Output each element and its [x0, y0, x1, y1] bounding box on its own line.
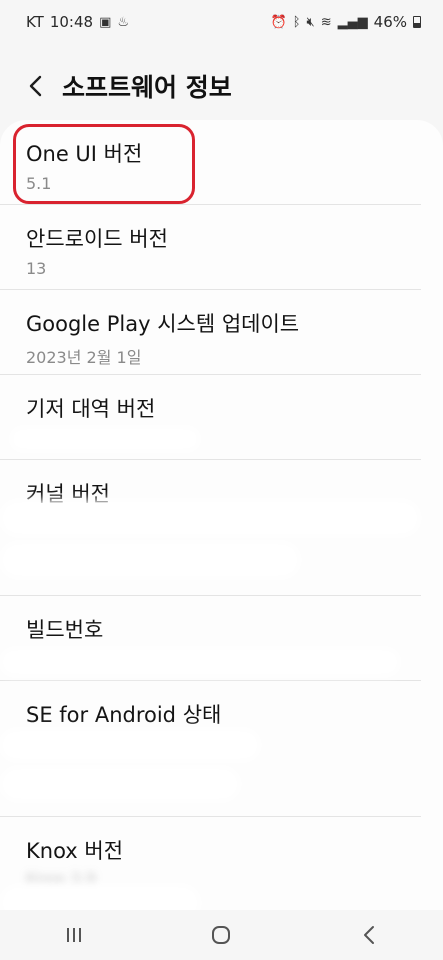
battery-percent: 46% — [373, 13, 407, 31]
home-icon — [212, 926, 231, 944]
item-title: One UI 버전 — [26, 142, 143, 166]
navigation-bar — [0, 910, 443, 960]
item-title: 기저 대역 버전 — [26, 397, 156, 421]
item-value: 5.1 — [26, 174, 52, 193]
list-item-google-play-update[interactable]: Google Play 시스템 업데이트 2023년 2월 1일 — [0, 290, 421, 375]
item-title: 빌드번호 — [26, 618, 104, 642]
redacted-value — [0, 729, 260, 761]
list-item-one-ui-version[interactable]: One UI 버전 5.1 — [0, 120, 421, 205]
nav-back-icon — [364, 926, 375, 944]
redacted-value — [0, 542, 300, 578]
back-button[interactable] — [14, 64, 58, 108]
gallery-notification-icon: ▣ — [99, 14, 112, 30]
settings-list: One UI 버전 5.1 안드로이드 버전 13 Google Play 시스… — [0, 120, 443, 910]
redacted-value — [0, 767, 240, 801]
redacted-value — [0, 500, 420, 536]
list-item-build-number[interactable]: 빌드번호 — [0, 596, 421, 681]
item-title: SE for Android 상태 — [26, 703, 222, 727]
item-value: 13 — [26, 259, 47, 278]
settings-card: One UI 버전 5.1 안드로이드 버전 13 Google Play 시스… — [0, 120, 443, 910]
page-title: 소프트웨어 정보 — [62, 73, 232, 102]
list-item-kernel-version[interactable]: 커널 버전 — [0, 460, 421, 596]
app-notification-icon: ♨ — [117, 14, 130, 30]
nav-back-button[interactable] — [339, 915, 399, 955]
carrier-label: KT — [26, 13, 44, 31]
alarm-icon: ⏰ — [270, 14, 287, 30]
item-title: 안드로이드 버전 — [26, 227, 168, 251]
redacted-value — [0, 648, 400, 676]
item-value: 2023년 2월 1일 — [26, 348, 142, 367]
list-item-baseband-version[interactable]: 기저 대역 버전 — [0, 375, 421, 460]
redacted-value — [0, 885, 200, 910]
signal-icon: ▂▄▆ — [337, 14, 368, 30]
item-title: Knox 버전 — [26, 839, 124, 863]
recent-apps-button[interactable] — [44, 915, 104, 955]
list-item-android-version[interactable]: 안드로이드 버전 13 — [0, 205, 421, 290]
clock: 10:48 — [49, 13, 94, 31]
status-bar: KT 10:48 ▣ ♨ ⏰ ᛒ 🔇︎ ≋ ▂▄▆ 46% — [0, 0, 443, 44]
list-item-knox-version[interactable]: Knox 버전 Knox 3.9 — [0, 817, 421, 910]
mute-icon: 🔇︎ — [306, 14, 315, 30]
item-title: Google Play 시스템 업데이트 — [26, 312, 300, 336]
wifi-icon: ≋ — [320, 14, 332, 30]
recent-apps-icon — [66, 928, 81, 942]
app-header: 소프트웨어 정보 — [0, 58, 443, 114]
battery-icon — [413, 16, 421, 28]
redacted-value — [10, 427, 200, 451]
home-button[interactable] — [191, 915, 251, 955]
chevron-left-icon — [29, 75, 42, 97]
list-item-se-android-status[interactable]: SE for Android 상태 — [0, 681, 421, 817]
bluetooth-icon: ᛒ — [292, 14, 301, 30]
status-left: KT 10:48 ▣ ♨ — [26, 13, 129, 31]
status-right: ⏰ ᛒ 🔇︎ ≋ ▂▄▆ 46% — [271, 13, 421, 31]
